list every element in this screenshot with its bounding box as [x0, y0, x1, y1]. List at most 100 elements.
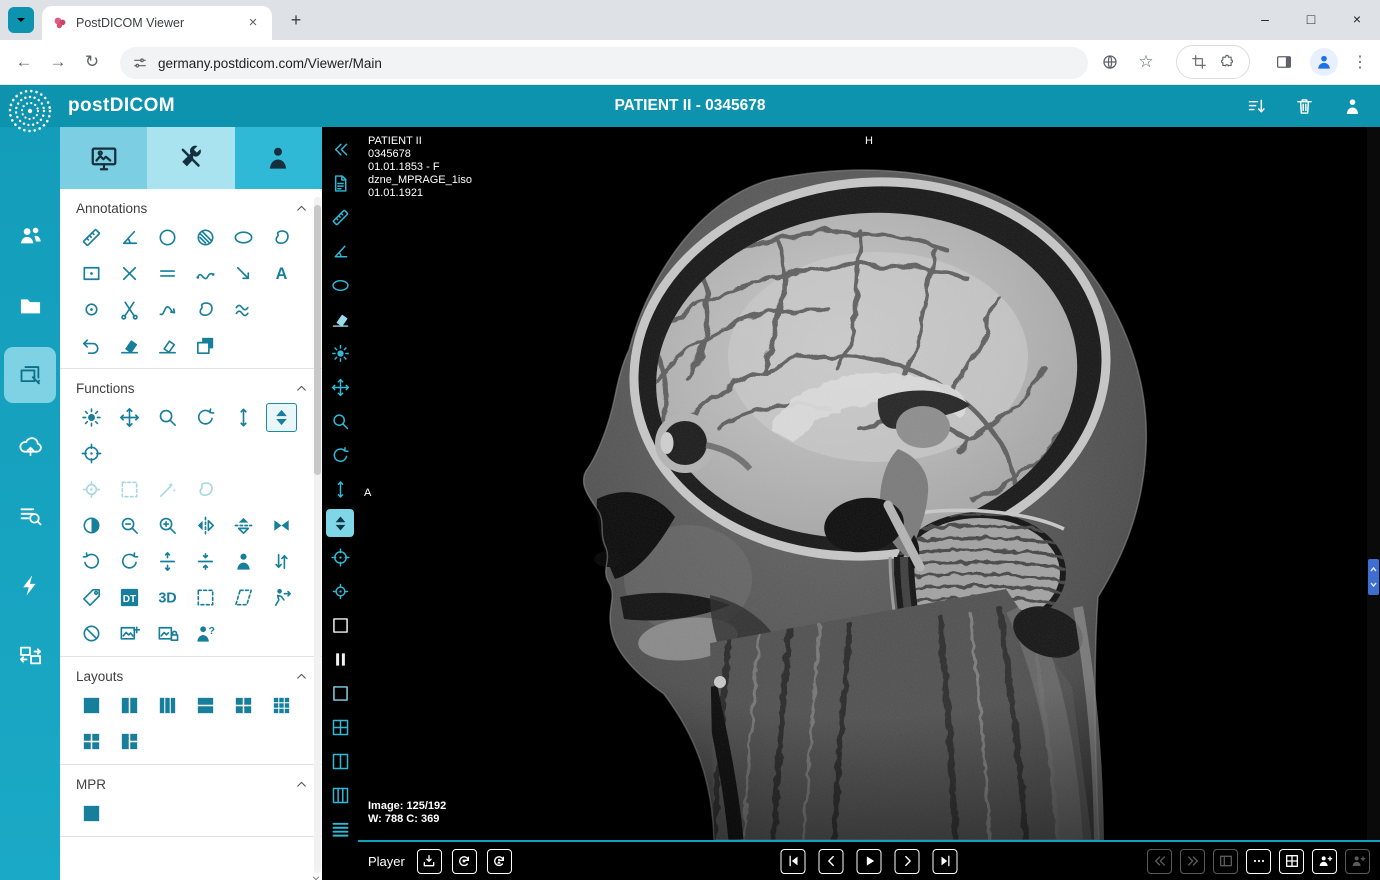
- layout-split-button[interactable]: [326, 747, 354, 775]
- next-image-button[interactable]: [895, 849, 920, 874]
- select-area-button[interactable]: [114, 475, 145, 504]
- crop-area-button[interactable]: [190, 583, 221, 612]
- transfer-button[interactable]: [0, 627, 60, 683]
- layouts-section-header[interactable]: Layouts: [76, 669, 308, 684]
- lock-image-button[interactable]: [152, 619, 183, 648]
- zoom-button[interactable]: [326, 407, 354, 435]
- export-cine-button[interactable]: [417, 849, 442, 874]
- reset-view-button[interactable]: [76, 439, 107, 468]
- window-minimize-button[interactable]: –: [1242, 0, 1288, 40]
- tab-search-button[interactable]: [8, 7, 34, 33]
- account-button[interactable]: [1338, 92, 1366, 120]
- export-series-button[interactable]: [266, 583, 297, 612]
- share-study-button[interactable]: [1312, 849, 1337, 874]
- layout-2x2-alt-button[interactable]: [76, 727, 107, 756]
- window-close-button[interactable]: ×: [1334, 0, 1380, 40]
- window-level-button[interactable]: [326, 339, 354, 367]
- localizer-button[interactable]: [326, 543, 354, 571]
- dicom-tags-button[interactable]: [114, 583, 145, 612]
- rotate-view-button[interactable]: [326, 441, 354, 469]
- mri-sagittal-image[interactable]: [358, 127, 1380, 840]
- anonymize-patient-button[interactable]: [190, 619, 221, 648]
- collapse-chevron-icon[interactable]: [295, 670, 308, 683]
- folders-button[interactable]: [0, 277, 60, 333]
- layout-1-plus-2-button[interactable]: [114, 727, 145, 756]
- measure-angle-button[interactable]: [326, 237, 354, 265]
- collapse-chevron-icon[interactable]: [295, 778, 308, 791]
- probe-button[interactable]: [326, 577, 354, 605]
- viewport[interactable]: PATIENT II 0345678 01.01.1853 - F dzne_M…: [358, 127, 1380, 842]
- shaded-ellipse-button[interactable]: [190, 223, 221, 252]
- tools-tab-button[interactable]: [147, 127, 234, 189]
- collapse-chevron-icon[interactable]: [295, 202, 308, 215]
- back-button[interactable]: ←: [10, 48, 38, 76]
- delete-study-button[interactable]: [1290, 92, 1318, 120]
- window-level-button[interactable]: [76, 403, 107, 432]
- mpr-section-header[interactable]: MPR: [76, 777, 308, 792]
- layout-2x2-button[interactable]: [228, 691, 259, 720]
- viewer-button[interactable]: [4, 347, 56, 403]
- open-angle-button[interactable]: [114, 295, 145, 324]
- rotate-cw-button[interactable]: [114, 547, 145, 576]
- delete-all-annotations-button[interactable]: [152, 331, 183, 360]
- upload-images-button[interactable]: [0, 417, 60, 473]
- arrow-annotation-button[interactable]: [228, 259, 259, 288]
- perspective-button[interactable]: [228, 583, 259, 612]
- layout-1x1-button[interactable]: [76, 691, 107, 720]
- compress-vertical-button[interactable]: [190, 547, 221, 576]
- address-bar[interactable]: germany.postdicom.com/Viewer/Main: [120, 47, 1088, 79]
- layout-grid-button[interactable]: [326, 713, 354, 741]
- layout-1x3-button[interactable]: [152, 691, 183, 720]
- layout-columns-button[interactable]: [326, 781, 354, 809]
- parallel-lines-button[interactable]: [152, 259, 183, 288]
- scroll-stack-button[interactable]: [228, 403, 259, 432]
- curve-arrow-button[interactable]: [152, 295, 183, 324]
- add-image-button[interactable]: [114, 619, 145, 648]
- zoom-out-button[interactable]: [114, 511, 145, 540]
- new-tab-button[interactable]: +: [284, 9, 308, 33]
- delete-annotation-button[interactable]: [326, 305, 354, 333]
- site-settings-icon[interactable]: [132, 55, 148, 71]
- rotate-view-button[interactable]: [190, 403, 221, 432]
- reorder-images-button[interactable]: [266, 547, 297, 576]
- cross-marker-button[interactable]: [114, 259, 145, 288]
- rotate-ccw-button[interactable]: [76, 547, 107, 576]
- translate-button[interactable]: [1098, 50, 1122, 74]
- browser-tab[interactable]: PostDICOM Viewer ×: [42, 6, 272, 40]
- transpose-button[interactable]: [266, 511, 297, 540]
- assign-user-button[interactable]: [1345, 849, 1370, 874]
- layout-2x1-button[interactable]: [190, 691, 221, 720]
- quick-access-button[interactable]: [0, 557, 60, 613]
- zoom-button[interactable]: [152, 403, 183, 432]
- measure-length-button[interactable]: [76, 223, 107, 252]
- patient-directory-button[interactable]: [0, 207, 60, 263]
- freehand-select-button[interactable]: [190, 475, 221, 504]
- scroll-stack-button[interactable]: [326, 475, 354, 503]
- layout-rows-button[interactable]: [326, 815, 354, 843]
- panel-scrollbar[interactable]: [314, 197, 321, 873]
- stack-scrollbar-thumb[interactable]: [1368, 559, 1379, 595]
- patient-orientation-button[interactable]: [228, 547, 259, 576]
- postdicom-logo-icon[interactable]: [7, 88, 53, 134]
- volume-3d-button[interactable]: [152, 583, 183, 612]
- stack-scrollbar[interactable]: [1367, 127, 1380, 840]
- series-tab-button[interactable]: [60, 127, 147, 189]
- sort-studies-button[interactable]: [1242, 92, 1270, 120]
- measure-length-button[interactable]: [326, 203, 354, 231]
- forward-button[interactable]: →: [44, 48, 72, 76]
- last-image-button[interactable]: [933, 849, 958, 874]
- disable-overlay-button[interactable]: [76, 619, 107, 648]
- point-marker-button[interactable]: [76, 295, 107, 324]
- functions-section-header[interactable]: Functions: [76, 381, 308, 396]
- flip-vertical-button[interactable]: [228, 511, 259, 540]
- rectangle-roi-button[interactable]: [76, 259, 107, 288]
- next-series-button[interactable]: [1180, 849, 1205, 874]
- tag-button[interactable]: [76, 583, 107, 612]
- stretch-vertical-button[interactable]: [152, 547, 183, 576]
- more-options-button[interactable]: [1246, 849, 1271, 874]
- ellipse-roi-button[interactable]: [326, 271, 354, 299]
- collapse-chevron-icon[interactable]: [295, 382, 308, 395]
- previous-series-button[interactable]: [1147, 849, 1172, 874]
- previous-image-button[interactable]: [819, 849, 844, 874]
- window-maximize-button[interactable]: □: [1288, 0, 1334, 40]
